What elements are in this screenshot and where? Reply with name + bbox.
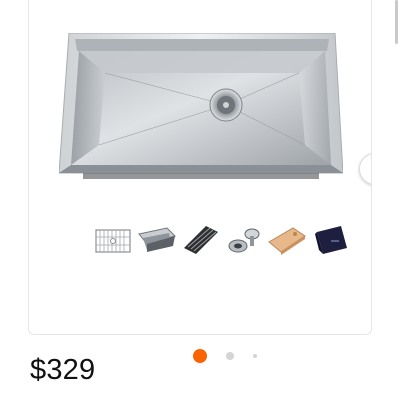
image-pager <box>190 348 270 364</box>
thumbnail-cutting-board[interactable] <box>267 220 307 260</box>
bottom-grid-icon <box>95 229 131 253</box>
accessory-thumbnails <box>93 219 351 261</box>
thumbnail-drain-strainer[interactable] <box>224 220 264 260</box>
thumbnail-roll-up-rack[interactable] <box>180 220 220 260</box>
thumbnail-colander[interactable] <box>137 220 177 260</box>
roll-up-rack-icon <box>184 226 219 254</box>
drain-strainer-icon <box>228 228 260 253</box>
product-price: $329 <box>30 354 96 386</box>
pager-dot[interactable] <box>226 352 234 360</box>
sink-product-image[interactable] <box>59 33 343 181</box>
chevron-right-icon <box>369 162 372 176</box>
cutting-board-icon <box>268 227 307 255</box>
product-image-card <box>28 0 372 335</box>
pager-dot[interactable] <box>253 354 257 358</box>
thumbnail-bottom-grid[interactable] <box>93 220 133 260</box>
thumbnail-towel[interactable] <box>311 220 351 260</box>
pager-dot-active[interactable] <box>193 349 207 363</box>
next-image-button[interactable] <box>359 153 372 185</box>
colander-icon <box>137 227 176 252</box>
towel-icon <box>314 226 347 254</box>
scroll-indicator[interactable] <box>395 0 398 44</box>
